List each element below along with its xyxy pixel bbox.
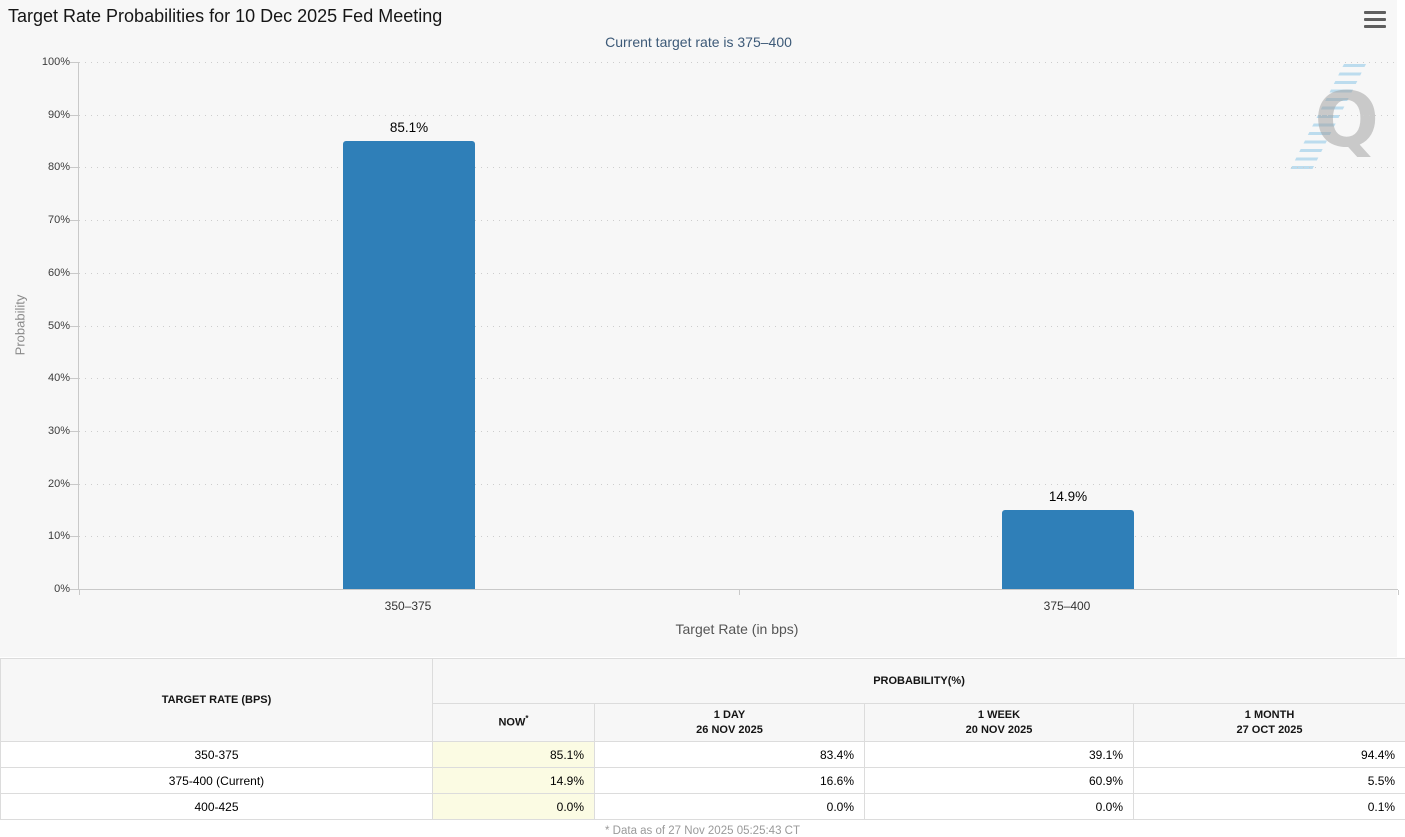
y-tick-label: 30% — [48, 425, 70, 437]
day-value: 16.6% — [595, 768, 865, 794]
bar-data-label: 85.1% — [339, 120, 479, 135]
table-row: 400-425 0.0% 0.0% 0.0% 0.1% — [1, 794, 1405, 820]
y-axis-tick — [70, 589, 78, 590]
x-axis-labels: 350–375 375–400 — [78, 599, 1397, 615]
x-axis-tick — [1398, 590, 1399, 595]
gridline — [79, 431, 1398, 432]
gridline — [79, 378, 1398, 379]
gridline — [79, 167, 1398, 168]
y-tick-label: 0% — [54, 583, 70, 595]
y-axis-tick — [70, 326, 78, 327]
y-axis-tick — [70, 62, 78, 63]
chart-subtitle: Current target rate is 375–400 — [0, 34, 1397, 50]
y-tick-label: 50% — [48, 320, 70, 332]
probability-table-section: TARGET RATE (BPS) PROBABILITY(%) NOW* 1 … — [0, 658, 1405, 837]
x-axis-tick — [79, 590, 80, 595]
gridline — [79, 536, 1398, 537]
y-tick-label: 80% — [48, 161, 70, 173]
data-as-of-footnote: * Data as of 27 Nov 2025 05:25:43 CT — [0, 820, 1405, 837]
probability-bar-350–375[interactable] — [343, 141, 475, 589]
week-value: 39.1% — [865, 742, 1134, 768]
gridline — [79, 62, 1398, 63]
y-axis-tick — [70, 167, 78, 168]
chart-title: Target Rate Probabilities for 10 Dec 202… — [8, 6, 442, 27]
gridline — [79, 220, 1398, 221]
y-tick-label: 70% — [48, 214, 70, 226]
hamburger-menu-icon[interactable] — [1364, 11, 1386, 28]
month-value: 94.4% — [1134, 742, 1405, 768]
y-axis-tick — [70, 536, 78, 537]
table-row: 350-375 85.1% 83.4% 39.1% 94.4% — [1, 742, 1405, 768]
month-value: 5.5% — [1134, 768, 1405, 794]
bar-data-label: 14.9% — [998, 489, 1138, 504]
day-value: 83.4% — [595, 742, 865, 768]
day-value: 0.0% — [595, 794, 865, 820]
col-header-probability: PROBABILITY(%) — [433, 659, 1405, 704]
y-axis-tick — [70, 115, 78, 116]
x-category-label: 375–400 — [987, 599, 1147, 613]
week-value: 0.0% — [865, 794, 1134, 820]
y-tick-label: 90% — [48, 109, 70, 121]
y-tick-label: 20% — [48, 478, 70, 490]
col-header-1-week: 1 WEEK20 NOV 2025 — [865, 704, 1134, 742]
y-axis-tick — [70, 431, 78, 432]
probability-table: TARGET RATE (BPS) PROBABILITY(%) NOW* 1 … — [0, 658, 1405, 820]
now-value: 85.1% — [433, 742, 595, 768]
gridline — [79, 273, 1398, 274]
col-header-now: NOW* — [433, 704, 595, 742]
gridline — [79, 115, 1398, 116]
rate-label: 350-375 — [1, 742, 433, 768]
col-header-1-day: 1 DAY26 NOV 2025 — [595, 704, 865, 742]
y-tick-label: 10% — [48, 530, 70, 542]
gridline — [79, 484, 1398, 485]
col-header-target-rate: TARGET RATE (BPS) — [1, 659, 433, 742]
now-value: 14.9% — [433, 768, 595, 794]
gridline — [79, 326, 1398, 327]
y-axis-tick — [70, 220, 78, 221]
y-tick-label: 60% — [48, 267, 70, 279]
y-axis-tick — [70, 273, 78, 274]
y-tick-label: 40% — [48, 372, 70, 384]
month-value: 0.1% — [1134, 794, 1405, 820]
probability-bar-375–400[interactable] — [1002, 510, 1134, 589]
plot-area: 85.1% 14.9% — [78, 62, 1398, 590]
table-row: 375-400 (Current) 14.9% 16.6% 60.9% 5.5% — [1, 768, 1405, 794]
fedwatch-chart-panel: Target Rate Probabilities for 10 Dec 202… — [0, 0, 1397, 657]
x-category-label: 350–375 — [328, 599, 488, 613]
y-axis-tick — [70, 378, 78, 379]
y-axis-tick — [70, 484, 78, 485]
now-value: 0.0% — [433, 794, 595, 820]
rate-label: 375-400 (Current) — [1, 768, 433, 794]
x-axis-tick — [739, 590, 740, 595]
y-tick-label: 100% — [42, 56, 70, 68]
y-axis-labels: 0%10%20%30%40%50%60%70%80%90%100% — [0, 62, 70, 589]
x-axis-title: Target Rate (in bps) — [676, 621, 799, 637]
col-header-1-month: 1 MONTH27 OCT 2025 — [1134, 704, 1405, 742]
rate-label: 400-425 — [1, 794, 433, 820]
week-value: 60.9% — [865, 768, 1134, 794]
